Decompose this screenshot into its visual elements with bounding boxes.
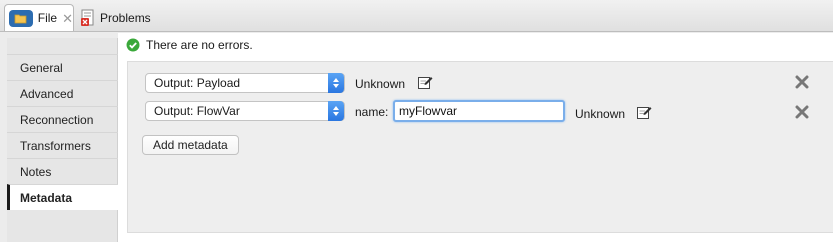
tab-file-label: File [37, 11, 58, 25]
tab-file[interactable]: File ✕ [4, 4, 74, 31]
add-metadata-button[interactable]: Add metadata [142, 135, 239, 155]
edit-icon[interactable] [417, 74, 433, 90]
sidebar-item-advanced[interactable]: Advanced [7, 80, 118, 106]
metadata-type-label: Unknown [575, 107, 626, 121]
status-text: There are no errors. [146, 38, 253, 52]
chevron-updown-icon[interactable] [328, 73, 344, 93]
tab-problems[interactable]: Problems [80, 4, 170, 31]
delete-icon[interactable] [795, 75, 809, 89]
chevron-updown-icon[interactable] [328, 101, 344, 121]
validation-status: There are no errors. [126, 38, 253, 52]
metadata-editor: There are no errors. Output: Payload Unk… [118, 33, 833, 242]
select-value: Output: Payload [154, 76, 241, 90]
sidebar-item-label: General [20, 60, 63, 75]
delete-icon[interactable] [795, 105, 809, 119]
sidebar-item-label: Reconnection [20, 112, 94, 127]
select-value: Output: FlowVar [154, 104, 240, 118]
metadata-panel: Output: Payload Unknown Output: FlowVar … [127, 61, 833, 233]
sidebar-item-transformers[interactable]: Transformers [7, 132, 118, 158]
sidebar-item-general[interactable]: General [7, 54, 118, 80]
sidebar-item-metadata[interactable]: Metadata [7, 184, 118, 210]
sidebar-item-notes[interactable]: Notes [7, 158, 118, 184]
metadata-type-label: Unknown [355, 77, 406, 91]
check-circle-icon [126, 38, 140, 52]
sidebar-item-label: Notes [20, 164, 52, 179]
name-label: name: [355, 105, 389, 119]
folder-icon [9, 9, 33, 27]
sidebar-item-label: Metadata [20, 190, 73, 205]
output-type-select[interactable]: Output: Payload [145, 73, 345, 93]
close-icon[interactable]: ✕ [62, 12, 73, 25]
edit-icon[interactable] [636, 104, 652, 120]
output-type-select[interactable]: Output: FlowVar [145, 101, 345, 121]
sidebar-item-reconnection[interactable]: Reconnection [7, 106, 118, 132]
tab-problems-label: Problems [100, 10, 151, 25]
sidebar-item-label: Transformers [20, 138, 91, 153]
flowvar-name-input[interactable] [393, 100, 565, 122]
editor-tab-bar: File ✕ Problems [0, 0, 833, 32]
properties-sidebar: General Advanced Reconnection Transforme… [7, 38, 118, 242]
sidebar-item-label: Advanced [20, 86, 74, 101]
problems-icon [81, 9, 94, 26]
